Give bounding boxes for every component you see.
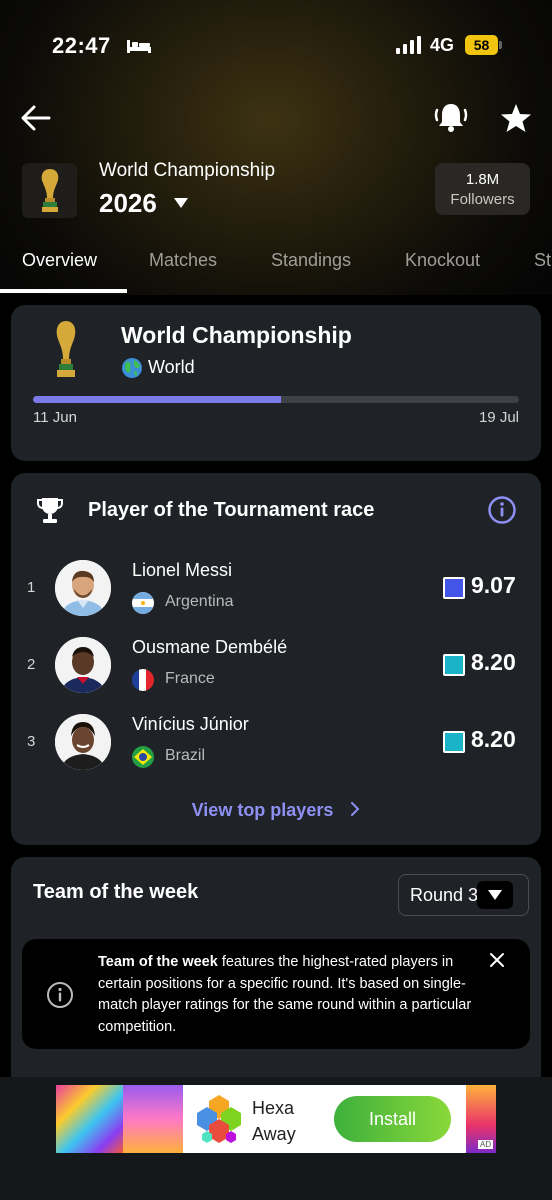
player-country: Argentina (165, 593, 234, 610)
tab-matches[interactable]: Matches (149, 250, 217, 271)
season-start-date: 11 Jun (33, 409, 77, 426)
player-of-tournament-card: Player of the Tournament race 1 Lionel M… (11, 473, 541, 845)
player-rating: 8.20 (471, 649, 516, 675)
season-dropdown-caret-icon[interactable] (174, 198, 188, 208)
hexa-away-app-icon (197, 1095, 241, 1143)
ad-banner: Hexa Away Install AD (0, 1077, 552, 1200)
player-rank: 3 (27, 733, 36, 750)
competition-card[interactable]: World Championship World 11 Jun 19 Jul (11, 305, 541, 461)
tab-stats[interactable]: St (534, 250, 551, 271)
info-icon[interactable] (487, 495, 517, 525)
followers-count: 1.8M (465, 171, 500, 188)
chevron-down-icon[interactable] (477, 881, 513, 909)
player-name: Ousmane Dembélé (132, 637, 288, 657)
season-progress-bar (33, 396, 519, 403)
player-row[interactable]: 1 Lionel Messi Argentina 9.07 (11, 555, 541, 621)
player-rank: 1 (27, 579, 36, 596)
active-tab-indicator (0, 289, 127, 293)
back-arrow-icon[interactable] (16, 100, 56, 136)
close-icon[interactable] (488, 951, 506, 969)
trophy-icon (37, 498, 63, 523)
competition-region: World (148, 357, 195, 377)
world-cup-trophy-icon (41, 168, 58, 212)
rating-color-swatch (443, 577, 465, 599)
totw-info-bold: Team of the week (98, 954, 218, 970)
followers-button[interactable]: 1.8M Followers (435, 163, 530, 215)
ad-screenshot (56, 1085, 123, 1153)
player-country: France (165, 670, 215, 687)
ad-content[interactable]: Hexa Away Install AD (56, 1085, 496, 1153)
league-logo (22, 163, 77, 218)
tab-standings[interactable]: Standings (271, 250, 351, 271)
rating-color-swatch (443, 654, 465, 676)
potm-title: Player of the Tournament race (88, 499, 375, 521)
ad-title: Hexa Away (252, 1098, 296, 1144)
view-top-players-label: View top players (191, 800, 334, 820)
player-name: Lionel Messi (132, 560, 233, 580)
round-selector[interactable]: Round 3 (398, 874, 529, 916)
rating-color-swatch (443, 731, 465, 753)
league-name: World Championship (99, 160, 276, 181)
brazil-flag-icon (132, 746, 154, 768)
favorite-star-icon[interactable] (498, 100, 534, 136)
ad-screenshot (123, 1085, 183, 1153)
status-time: 22:47 (52, 33, 111, 58)
player-rating: 9.07 (471, 572, 516, 598)
world-cup-trophy-icon (56, 321, 76, 377)
followers-label: Followers (450, 191, 515, 208)
player-avatar (55, 560, 111, 616)
info-icon (47, 982, 73, 1008)
ad-install-button[interactable]: Install (334, 1096, 451, 1142)
tab-bar: Overview Matches Standings Knockout St (0, 248, 552, 294)
season-progress-fill (33, 396, 281, 403)
round-selector-label: Round 3 (410, 885, 479, 905)
competition-title: World Championship (121, 322, 352, 348)
player-country: Brazil (165, 747, 206, 764)
player-avatar (55, 714, 111, 770)
player-rating: 8.20 (471, 726, 516, 752)
season-selector[interactable]: 2026 (99, 188, 157, 219)
totw-info-text: Team of the week features the highest-ra… (98, 952, 478, 1038)
network-type: 4G (430, 35, 455, 55)
battery-level: 58 (465, 35, 498, 55)
player-rank: 2 (27, 656, 36, 673)
tab-knockout[interactable]: Knockout (405, 250, 480, 271)
argentina-flag-icon (132, 592, 154, 614)
totw-info-banner: Team of the week features the highest-ra… (22, 939, 530, 1049)
player-row[interactable]: 3 Vinícius Júnior Brazil 8.20 (11, 709, 541, 775)
player-avatar (55, 637, 111, 693)
player-row[interactable]: 2 Ousmane Dembélé France 8.20 (11, 632, 541, 698)
signal-strength-icon (396, 36, 421, 54)
chevron-right-icon (351, 802, 360, 816)
france-flag-icon (132, 669, 154, 691)
battery-tip (499, 41, 502, 49)
ad-badge: AD (478, 1140, 494, 1149)
totw-title: Team of the week (33, 881, 199, 903)
player-name: Vinícius Júnior (132, 714, 249, 734)
notification-bell-icon[interactable] (432, 98, 470, 136)
view-top-players-link[interactable]: View top players (11, 800, 541, 821)
tab-overview[interactable]: Overview (22, 250, 97, 271)
globe-icon (122, 358, 142, 378)
sleep-bed-icon (127, 40, 151, 53)
team-of-the-week-card: Team of the week Round 3 Team of the wee… (11, 857, 541, 1097)
season-end-date: 19 Jul (478, 409, 519, 426)
status-bar: 22:47 4G 58 (0, 30, 552, 62)
